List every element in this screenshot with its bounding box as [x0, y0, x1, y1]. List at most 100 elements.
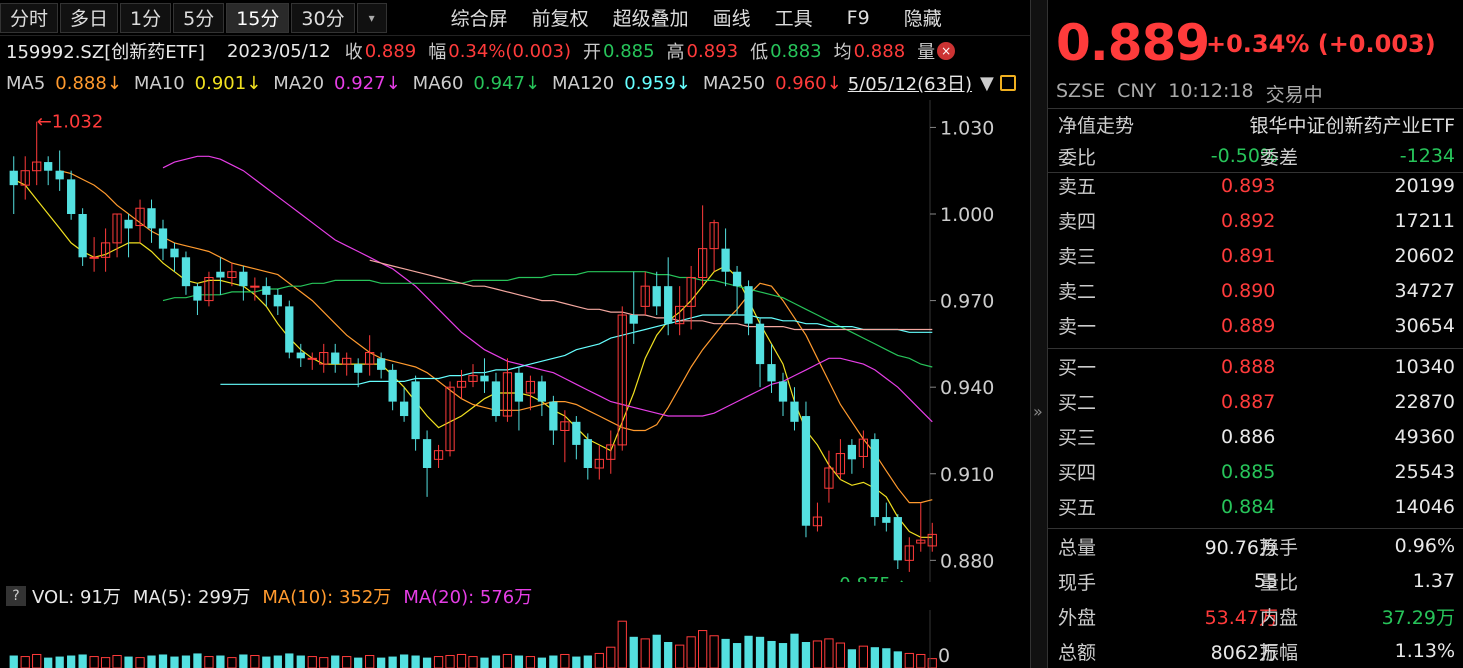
volume-bar-up	[20, 656, 30, 668]
volume-bar-down	[480, 657, 489, 668]
level-price: 0.892	[1221, 209, 1276, 232]
tab-multi-day[interactable]: 多日	[60, 2, 119, 33]
nav-trend-row[interactable]: 净值走势 银华中证创新药产业ETF	[1048, 108, 1463, 140]
volume-bar-up	[927, 658, 937, 668]
exchange-label: SZSE	[1056, 80, 1106, 102]
level-volume: 22870	[1394, 390, 1455, 413]
bid-level-row[interactable]: 买五 0.884 14046	[1048, 489, 1463, 524]
level-price: 0.886	[1221, 425, 1276, 448]
menu-forward-adjust[interactable]: 前复权	[520, 3, 601, 33]
tab-15min[interactable]: 15分	[226, 2, 290, 33]
volume-bar-up	[342, 656, 352, 668]
stat-value: 1.13%	[1394, 640, 1455, 662]
candle-body-down	[721, 248, 730, 272]
volume-chart[interactable]: 0	[0, 610, 1030, 668]
y-tick-label: 0.910	[940, 464, 994, 486]
candle-body-down	[193, 286, 202, 301]
trading-status: 交易中	[1265, 84, 1323, 106]
ma-line-ma60	[162, 271, 933, 368]
tab-1min[interactable]: 1分	[120, 2, 172, 33]
open-label: 开	[583, 42, 602, 63]
fund-name: 银华中证创新药产业ETF	[1249, 115, 1455, 137]
volume-bar-down	[262, 656, 271, 668]
volume-bar-down	[801, 642, 811, 668]
level-label: 卖三	[1058, 246, 1097, 268]
volume-bar-up	[904, 652, 914, 668]
menu-composite-screen[interactable]: 综合屏	[439, 3, 520, 33]
candle-body-down	[847, 444, 857, 460]
ask-level-row[interactable]: 卖五 0.893 20199	[1048, 168, 1463, 203]
dropdown-icon[interactable]: ▼	[980, 73, 994, 94]
volume-bar-down	[870, 647, 879, 668]
candle-body-down	[893, 517, 902, 561]
volume-bar-down	[377, 657, 386, 668]
volume-bar-up	[227, 657, 237, 668]
tab-5min[interactable]: 5分	[173, 2, 225, 33]
volume-bar-down	[893, 651, 902, 668]
bid-level-row[interactable]: 买四 0.885 25543	[1048, 454, 1463, 489]
period-toolbar: 分时 多日 1分 5分 15分 30分 ▾ 综合屏 前复权 超级叠加 画线 工具…	[0, 0, 1030, 36]
nav-trend-label[interactable]: 净值走势	[1058, 111, 1134, 138]
tab-30min[interactable]: 30分	[291, 2, 355, 33]
stat-label: 换手	[1260, 536, 1299, 559]
volume-bar-down	[296, 655, 305, 668]
volume-bar-up	[686, 636, 696, 668]
volume-bar-up	[560, 653, 570, 668]
volume-bar-down	[882, 648, 891, 668]
candle-body-down	[285, 306, 294, 353]
ma5-label: MA5	[6, 72, 46, 94]
level-volume: 17211	[1394, 209, 1455, 232]
ask-level-row[interactable]: 卖四 0.892 17211	[1048, 203, 1463, 238]
more-periods-icon[interactable]: ▾	[356, 2, 387, 33]
panel-divider[interactable]: »	[1030, 0, 1048, 668]
level-volume: 30654	[1394, 314, 1455, 337]
menu-f9[interactable]: F9	[825, 3, 892, 33]
candle-body-up	[250, 285, 260, 288]
close-icon[interactable]: ×	[937, 42, 956, 60]
lock-icon[interactable]	[999, 75, 1016, 91]
volume-bar-down	[847, 649, 857, 668]
volume-bar-down	[388, 656, 397, 668]
bid-level-row[interactable]: 买一 0.888 10340	[1048, 349, 1463, 384]
level-volume: 10340	[1394, 355, 1455, 378]
volume-bar-up	[365, 655, 375, 668]
volume-bar-down	[549, 655, 558, 668]
ask-level-row[interactable]: 卖一 0.889 30654	[1048, 308, 1463, 343]
stat-label: 外盘	[1058, 606, 1097, 629]
quote-info-row: 159992.SZ[创新药ETF] 2023/05/12 收 0.889 幅 0…	[0, 36, 1030, 66]
volume-bar-down	[583, 655, 592, 668]
menu-super-overlay[interactable]: 超级叠加	[601, 3, 701, 33]
menu-tools[interactable]: 工具	[763, 3, 825, 33]
vol-value: VOL: 91万	[32, 587, 121, 608]
volume-bars	[9, 620, 937, 668]
level-price: 0.885	[1221, 460, 1276, 483]
ask-level-row[interactable]: 卖二 0.890 34727	[1048, 273, 1463, 308]
candle-body-down	[354, 364, 363, 373]
candlestick-chart[interactable]: 1.030 1.000 0.970 0.940 0.910 0.880 ←1.032 0.8…	[0, 100, 1030, 582]
stat-label: 振幅	[1260, 641, 1299, 664]
y-tick-label: 0.880	[940, 550, 994, 572]
y-tick-label: 0.940	[940, 377, 994, 399]
ask-level-row[interactable]: 卖三 0.891 20602	[1048, 238, 1463, 273]
date-label: 2023/05/12	[226, 40, 331, 62]
bid-level-row[interactable]: 买二 0.887 22870	[1048, 384, 1463, 419]
ma250-label: MA250	[702, 72, 766, 94]
stat-label: 总额	[1058, 641, 1097, 664]
ma10-value: 0.901↓	[194, 72, 262, 94]
range-label[interactable]: 5/05/12(63日)	[848, 70, 972, 96]
level-label: 卖五	[1058, 176, 1097, 198]
volume-bar-down	[664, 642, 673, 668]
volume-bar-down	[44, 657, 53, 668]
tab-intraday[interactable]: 分时	[0, 2, 59, 33]
candle-body-down	[399, 401, 409, 417]
level-label: 卖二	[1058, 281, 1097, 303]
menu-draw-line[interactable]: 画线	[701, 3, 763, 33]
menu-hide[interactable]: 隐藏	[892, 3, 954, 33]
close-value: 0.889	[364, 40, 417, 62]
expand-panel-icon[interactable]: »	[1033, 402, 1043, 421]
volume-bar-down	[158, 654, 168, 668]
volume-bar-down	[629, 636, 638, 668]
candle-body-down	[744, 286, 753, 324]
bid-level-row[interactable]: 买三 0.886 49360	[1048, 419, 1463, 454]
help-icon[interactable]: ?	[6, 586, 26, 606]
